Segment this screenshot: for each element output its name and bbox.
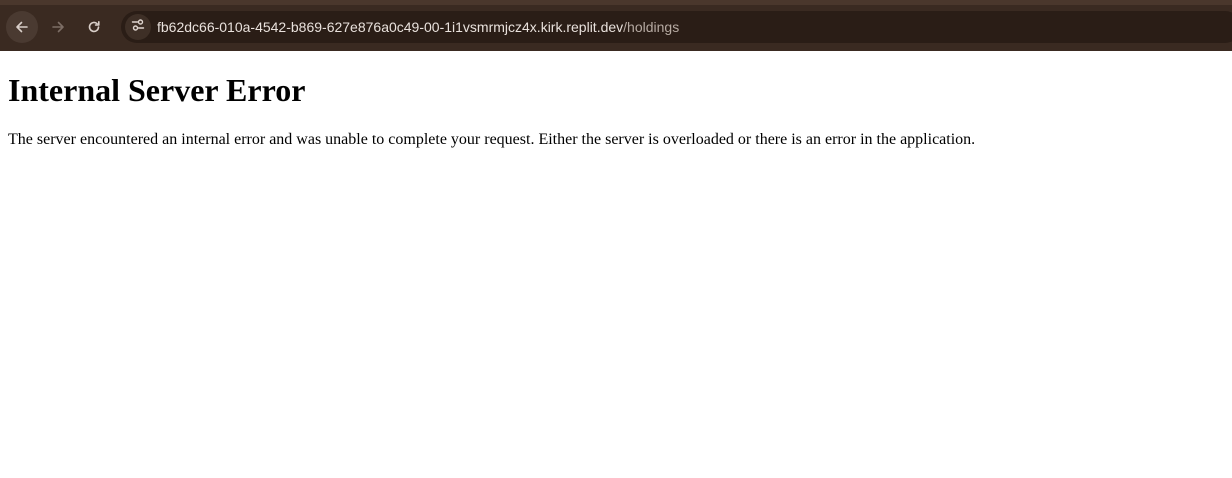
browser-toolbar: fb62dc66-010a-4542-b869-627e876a0c49-00-… <box>0 0 1232 51</box>
forward-button[interactable] <box>42 11 74 43</box>
url-host: fb62dc66-010a-4542-b869-627e876a0c49-00-… <box>157 19 624 35</box>
url-path: /holdings <box>623 19 680 35</box>
tab-strip-edge <box>0 0 1232 5</box>
reload-icon <box>86 19 102 35</box>
address-bar[interactable]: fb62dc66-010a-4542-b869-627e876a0c49-00-… <box>121 11 1232 43</box>
arrow-left-icon <box>14 19 30 35</box>
error-message: The server encountered an internal error… <box>8 131 976 148</box>
error-heading: Internal Server Error <box>8 72 306 108</box>
tune-icon <box>131 18 145 37</box>
url-text[interactable]: fb62dc66-010a-4542-b869-627e876a0c49-00-… <box>157 11 679 43</box>
site-info-button[interactable] <box>125 14 151 40</box>
arrow-right-icon <box>50 19 66 35</box>
reload-button[interactable] <box>78 11 110 43</box>
back-button[interactable] <box>6 11 38 43</box>
